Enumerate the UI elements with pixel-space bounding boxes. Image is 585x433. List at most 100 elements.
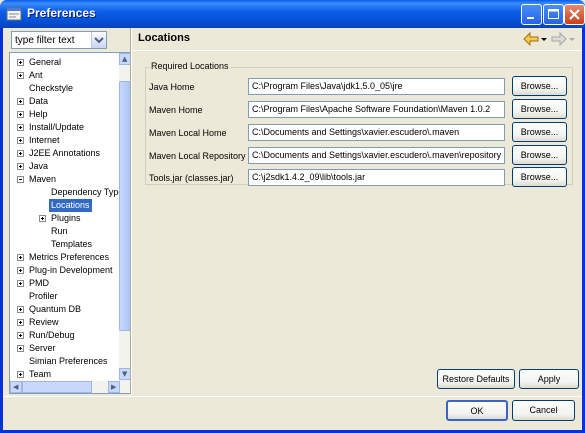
- expand-plus-icon[interactable]: [17, 124, 24, 131]
- tree-item[interactable]: Maven: [10, 173, 120, 186]
- tree-item-label: Locations: [49, 199, 92, 212]
- expand-plus-icon[interactable]: [17, 137, 24, 144]
- browse-maven-local-home-button[interactable]: Browse...: [512, 122, 567, 142]
- scroll-left-icon: ◀: [13, 383, 19, 391]
- tree-item[interactable]: Dependency Type: [10, 186, 124, 199]
- tools-jar-field[interactable]: C:\j2sdk1.4.2_09\lib\tools.jar: [248, 169, 505, 186]
- browse-java-home-button[interactable]: Browse...: [512, 76, 567, 96]
- tree-item-label: Java: [29, 161, 49, 171]
- scroll-left-button[interactable]: ◀: [10, 381, 22, 393]
- tree-item-label: Simian Preferences: [29, 356, 108, 366]
- page-title: Locations: [138, 32, 190, 44]
- maven-local-repository-field[interactable]: C:\Documents and Settings\xavier.escuder…: [248, 147, 505, 164]
- tree-item[interactable]: Templates: [10, 238, 120, 251]
- expand-plus-icon[interactable]: [17, 150, 24, 157]
- tree-item[interactable]: Metrics Preferences: [10, 251, 120, 264]
- preferences-window: Preferences type filter text General Ant C…: [0, 0, 585, 433]
- browse-maven-local-repository-button[interactable]: Browse...: [512, 145, 567, 165]
- expand-plus-icon[interactable]: [17, 332, 24, 339]
- tree-item[interactable]: General: [10, 56, 120, 69]
- filter-combo[interactable]: type filter text: [11, 31, 107, 49]
- tree-horizontal-scrollbar[interactable]: ◀ ▶: [10, 381, 120, 393]
- tree-item[interactable]: Help: [10, 108, 120, 121]
- tree-item-label: Team: [29, 369, 52, 379]
- preferences-tree-pane: type filter text General Ant Checkstyle Dat…: [6, 30, 132, 394]
- ok-button[interactable]: OK: [446, 400, 508, 421]
- tree-item[interactable]: Plugins: [10, 212, 120, 225]
- tree-item-label: Data: [29, 96, 49, 106]
- back-menu-chevron-icon[interactable]: [540, 32, 548, 46]
- tree-item[interactable]: Server: [10, 342, 120, 355]
- expand-plus-icon[interactable]: [17, 254, 24, 261]
- pane-splitter[interactable]: [130, 28, 132, 394]
- preferences-tree[interactable]: General Ant Checkstyle Data Help Install/Upda…: [9, 52, 132, 394]
- expand-plus-icon[interactable]: [17, 59, 24, 66]
- filter-dropdown-button[interactable]: [91, 32, 106, 48]
- tree-item[interactable]: Java: [10, 160, 120, 173]
- tree-item-label: Internet: [29, 135, 60, 145]
- tree-item-label: Review: [29, 317, 59, 327]
- minimize-button[interactable]: [521, 4, 542, 25]
- tree-item-label: Server: [29, 343, 56, 353]
- tools-jar-label: Tools.jar (classes.jar): [149, 173, 234, 183]
- maven-local-home-field[interactable]: C:\Documents and Settings\xavier.escuder…: [248, 124, 505, 141]
- expand-plus-icon[interactable]: [17, 280, 24, 287]
- java-home-field[interactable]: C:\Program Files\Java\jdk1.5.0_05\jre: [248, 78, 505, 95]
- tree-item[interactable]: Data: [10, 95, 120, 108]
- expand-plus-icon[interactable]: [17, 371, 24, 378]
- preference-page: Locations Required Locations Java Home C…: [133, 28, 582, 394]
- tree-item[interactable]: PMD: [10, 277, 120, 290]
- tree-item[interactable]: Run: [10, 225, 120, 238]
- browse-tools-jar-button[interactable]: Browse...: [512, 167, 567, 187]
- maven-home-label: Maven Home: [149, 105, 203, 115]
- tree-item[interactable]: Internet: [10, 134, 120, 147]
- horizontal-scroll-thumb[interactable]: [22, 381, 92, 393]
- expand-plus-icon[interactable]: [17, 163, 24, 170]
- expand-plus-icon[interactable]: [17, 111, 24, 118]
- tree-item-label: Quantum DB: [29, 304, 82, 314]
- tree-item-label: Dependency Type: [51, 187, 124, 197]
- maximize-button[interactable]: [543, 4, 564, 25]
- tree-item[interactable]: Plug-in Development: [10, 264, 120, 277]
- tree-item[interactable]: Team: [10, 368, 120, 381]
- restore-defaults-button[interactable]: Restore Defaults: [437, 369, 515, 389]
- maven-home-field[interactable]: C:\Program Files\Apache Software Foundat…: [248, 101, 505, 118]
- expand-plus-icon[interactable]: [39, 215, 46, 222]
- expand-plus-icon[interactable]: [17, 267, 24, 274]
- maximize-icon: [548, 9, 559, 19]
- tree-item[interactable]: J2EE Annotations: [10, 147, 120, 160]
- tree-item[interactable]: Review: [10, 316, 120, 329]
- maven-local-repository-label: Maven Local Repository: [149, 151, 246, 161]
- tree-item-label: Install/Update: [29, 122, 85, 132]
- tree-item[interactable]: Checkstyle: [10, 82, 120, 95]
- collapse-minus-icon[interactable]: [17, 176, 24, 183]
- tree-item-label: PMD: [29, 278, 49, 288]
- scroll-right-icon: ▶: [111, 383, 117, 391]
- apply-button[interactable]: Apply: [519, 369, 579, 389]
- filter-text[interactable]: type filter text: [15, 35, 74, 46]
- tree-item-label: Templates: [51, 239, 93, 249]
- tree-item[interactable]: Locations: [10, 199, 120, 212]
- tree-item[interactable]: Run/Debug: [10, 329, 120, 342]
- tree-item-label: Help: [29, 109, 48, 119]
- title-bar[interactable]: Preferences: [0, 0, 585, 28]
- dialog-body: type filter text General Ant Checkstyle Dat…: [3, 28, 582, 430]
- forward-menu-chevron-icon[interactable]: [568, 32, 576, 46]
- expand-plus-icon[interactable]: [17, 319, 24, 326]
- tree-item[interactable]: Ant: [10, 69, 120, 82]
- back-arrow-icon[interactable]: [523, 32, 539, 46]
- forward-arrow-icon[interactable]: [551, 32, 567, 46]
- cancel-button[interactable]: Cancel: [512, 400, 575, 421]
- expand-plus-icon[interactable]: [17, 98, 24, 105]
- scroll-right-button[interactable]: ▶: [108, 381, 120, 393]
- browse-maven-home-button[interactable]: Browse...: [512, 99, 567, 119]
- tree-item[interactable]: Simian Preferences: [10, 355, 120, 368]
- close-button[interactable]: [564, 4, 585, 25]
- tree-item[interactable]: Quantum DB: [10, 303, 120, 316]
- expand-plus-icon[interactable]: [17, 345, 24, 352]
- tree-item[interactable]: Profiler: [10, 290, 120, 303]
- expand-plus-icon[interactable]: [17, 306, 24, 313]
- expand-plus-icon[interactable]: [17, 72, 24, 79]
- tree-item[interactable]: Install/Update: [10, 121, 120, 134]
- tree-item-label: General: [29, 57, 62, 67]
